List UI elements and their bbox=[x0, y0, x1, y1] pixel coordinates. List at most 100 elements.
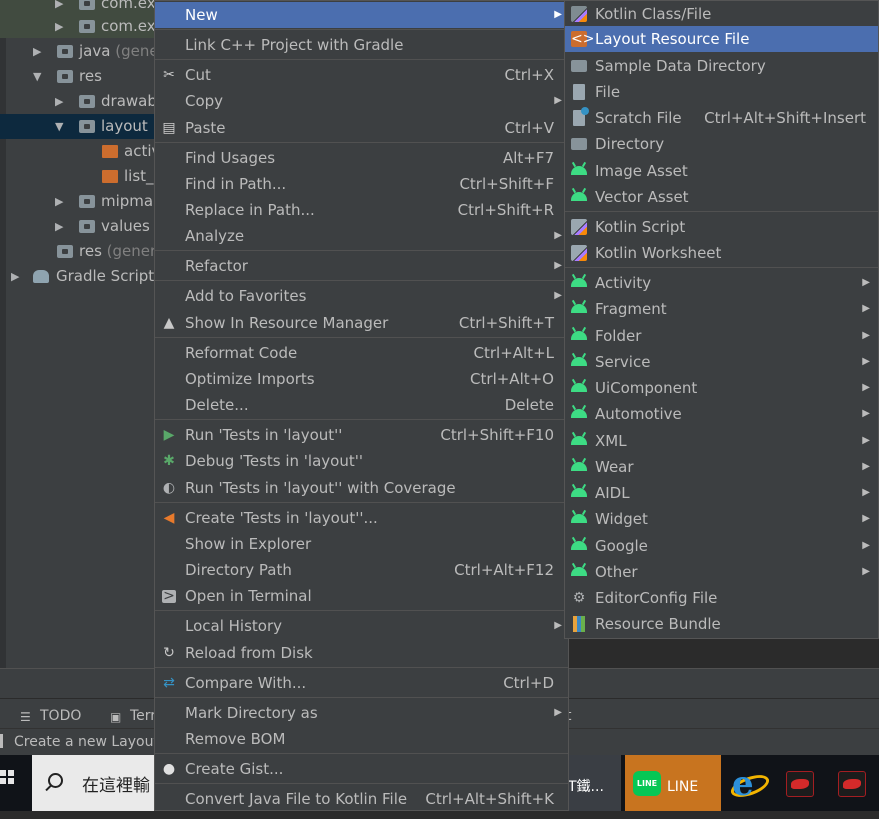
tree-item-gradle-scripts[interactable]: ▶ Gradle Scripts bbox=[0, 264, 160, 289]
taskbar-app-it[interactable]: T鐵... bbox=[566, 755, 621, 811]
menu-item-refactor[interactable]: Refactor ▶ bbox=[155, 253, 568, 279]
submenu-item-fragment[interactable]: Fragment ▶ bbox=[565, 296, 878, 322]
menu-item-label: Sample Data Directory bbox=[595, 57, 766, 75]
submenu-item-wear[interactable]: Wear ▶ bbox=[565, 454, 878, 480]
submenu-item-kotlin-class-file[interactable]: Kotlin Class/File bbox=[565, 1, 878, 27]
menu-item-convert-java-to-kotlin[interactable]: Convert Java File to Kotlin File Ctrl+Al… bbox=[155, 786, 568, 810]
todo-tab[interactable]: ☰ TODO bbox=[20, 699, 81, 729]
menu-item-open-in-terminal[interactable]: > Open in Terminal bbox=[155, 583, 568, 609]
menu-item-shortcut: Ctrl+Shift+F bbox=[459, 175, 554, 193]
tree-item-layout-file-2[interactable]: list_c bbox=[0, 164, 160, 189]
menu-item-directory-path[interactable]: Directory Path Ctrl+Alt+F12 bbox=[155, 557, 568, 583]
expand-arrow-icon[interactable]: ▶ bbox=[55, 214, 63, 239]
menu-item-create-gist[interactable]: ● Create Gist... bbox=[155, 756, 568, 782]
expand-arrow-icon[interactable]: ▶ bbox=[33, 39, 41, 64]
submenu-arrow-icon: ▶ bbox=[862, 566, 870, 577]
tree-item-mipmap[interactable]: ▶ mipmap bbox=[0, 189, 160, 214]
submenu-item-kotlin-script[interactable]: Kotlin Script bbox=[565, 214, 878, 240]
expand-arrow-icon[interactable]: ▶ bbox=[11, 264, 19, 289]
submenu-item-xml[interactable]: XML ▶ bbox=[565, 428, 878, 454]
submenu-item-resource-bundle[interactable]: Resource Bundle bbox=[565, 611, 878, 637]
taskbar-app-line[interactable]: LINE LINE bbox=[625, 755, 721, 811]
tree-item-values[interactable]: ▶ values bbox=[0, 214, 160, 239]
submenu-item-folder[interactable]: Folder ▶ bbox=[565, 323, 878, 349]
expand-arrow-icon[interactable]: ▶ bbox=[55, 189, 63, 214]
menu-item-label: Directory Path bbox=[185, 561, 292, 579]
expand-arrow-icon[interactable]: ▶ bbox=[55, 14, 63, 39]
menu-item-find-in-path[interactable]: Find in Path... Ctrl+Shift+F bbox=[155, 171, 568, 197]
menu-item-label: Reformat Code bbox=[185, 344, 298, 362]
submenu-item-aidl[interactable]: AIDL ▶ bbox=[565, 480, 878, 506]
submenu-item-kotlin-worksheet[interactable]: Kotlin Worksheet bbox=[565, 240, 878, 266]
msi-dragon-icon[interactable] bbox=[782, 755, 816, 811]
tree-item-layout[interactable]: ▼ layout bbox=[0, 114, 160, 139]
menu-item-reload-from-disk[interactable]: ↻ Reload from Disk bbox=[155, 640, 568, 666]
submenu-item-file[interactable]: File bbox=[565, 79, 878, 105]
menu-item-local-history[interactable]: Local History ▶ bbox=[155, 613, 568, 639]
run-icon: ▶ bbox=[163, 427, 175, 443]
tree-item-layout-file-1[interactable]: activ bbox=[0, 139, 160, 164]
menu-item-paste[interactable]: ▤ Paste Ctrl+V bbox=[155, 115, 568, 141]
menu-item-optimize-imports[interactable]: Optimize Imports Ctrl+Alt+O bbox=[155, 366, 568, 392]
menu-item-delete[interactable]: Delete... Delete bbox=[155, 392, 568, 418]
submenu-item-sample-data-directory[interactable]: Sample Data Directory bbox=[565, 53, 878, 79]
submenu-item-google[interactable]: Google ▶ bbox=[565, 533, 878, 559]
menu-item-link-cpp-project[interactable]: Link C++ Project with Gradle bbox=[155, 32, 568, 58]
submenu-item-automotive[interactable]: Automotive ▶ bbox=[565, 401, 878, 427]
android-icon bbox=[571, 357, 587, 366]
menu-item-find-usages[interactable]: Find Usages Alt+F7 bbox=[155, 145, 568, 171]
menu-item-label: Compare With... bbox=[185, 674, 307, 692]
submenu-arrow-icon: ▶ bbox=[554, 707, 562, 718]
reload-icon: ↻ bbox=[163, 645, 175, 661]
internet-explorer-icon[interactable]: e bbox=[728, 755, 772, 811]
expand-arrow-icon[interactable]: ▶ bbox=[55, 89, 63, 114]
tree-item-drawable[interactable]: ▶ drawab bbox=[0, 89, 160, 114]
menu-item-run-with-coverage[interactable]: ◐ Run 'Tests in 'layout'' with Coverage bbox=[155, 475, 568, 501]
menu-item-analyze[interactable]: Analyze ▶ bbox=[155, 223, 568, 249]
new-submenu: Kotlin Class/File <> Layout Resource Fil… bbox=[564, 0, 879, 639]
menu-item-cut[interactable]: ✂ Cut Ctrl+X bbox=[155, 62, 568, 88]
tree-item-res-generated[interactable]: res (genera bbox=[0, 239, 160, 264]
menu-item-label: Service bbox=[595, 353, 651, 371]
windows-start-icon[interactable] bbox=[0, 770, 14, 784]
collapse-arrow-icon[interactable]: ▼ bbox=[55, 114, 63, 139]
tree-hint: (genera bbox=[106, 242, 160, 260]
submenu-item-vector-asset[interactable]: Vector Asset bbox=[565, 184, 878, 210]
submenu-item-scratch-file[interactable]: Scratch File Ctrl+Alt+Shift+Insert bbox=[565, 105, 878, 131]
menu-item-mark-directory-as[interactable]: Mark Directory as ▶ bbox=[155, 700, 568, 726]
menu-item-add-to-favorites[interactable]: Add to Favorites ▶ bbox=[155, 283, 568, 309]
submenu-item-layout-resource-file[interactable]: <> Layout Resource File bbox=[565, 26, 878, 52]
submenu-item-editorconfig-file[interactable]: ⚙ EditorConfig File bbox=[565, 585, 878, 611]
project-tree: ▶ com.exa ▶ com.exa ▶ java (gener ▼ res … bbox=[0, 0, 160, 688]
menu-item-create-tests[interactable]: ◀ Create 'Tests in 'layout''... bbox=[155, 505, 568, 531]
msi-gaming-icon[interactable] bbox=[834, 755, 868, 811]
menu-item-label: Remove BOM bbox=[185, 730, 286, 748]
taskbar-search-box[interactable]: 在這裡輸 bbox=[32, 755, 162, 811]
menu-item-run-tests[interactable]: ▶ Run 'Tests in 'layout'' Ctrl+Shift+F10 bbox=[155, 422, 568, 448]
menu-item-replace-in-path[interactable]: Replace in Path... Ctrl+Shift+R bbox=[155, 197, 568, 223]
menu-item-label: Reload from Disk bbox=[185, 644, 313, 662]
submenu-item-widget[interactable]: Widget ▶ bbox=[565, 506, 878, 532]
collapse-arrow-icon[interactable]: ▼ bbox=[33, 64, 41, 89]
tree-item-res[interactable]: ▼ res bbox=[0, 64, 160, 89]
submenu-item-activity[interactable]: Activity ▶ bbox=[565, 270, 878, 296]
submenu-arrow-icon: ▶ bbox=[862, 303, 870, 314]
menu-item-new[interactable]: New ▶ bbox=[155, 2, 568, 28]
submenu-item-directory[interactable]: Directory bbox=[565, 131, 878, 157]
submenu-item-uicomponent[interactable]: UiComponent ▶ bbox=[565, 375, 878, 401]
menu-item-show-in-explorer[interactable]: Show in Explorer bbox=[155, 531, 568, 557]
submenu-item-image-asset[interactable]: Image Asset bbox=[565, 158, 878, 184]
submenu-arrow-icon: ▶ bbox=[862, 435, 870, 446]
menu-item-reformat-code[interactable]: Reformat Code Ctrl+Alt+L bbox=[155, 340, 568, 366]
menu-item-debug-tests[interactable]: ✱ Debug 'Tests in 'layout'' bbox=[155, 448, 568, 474]
menu-item-show-in-resource-manager[interactable]: ▲ Show In Resource Manager Ctrl+Shift+T bbox=[155, 310, 568, 336]
menu-item-shortcut: Ctrl+Alt+Shift+K bbox=[425, 790, 554, 808]
menu-item-compare-with[interactable]: ⇄ Compare With... Ctrl+D bbox=[155, 670, 568, 696]
submenu-item-service[interactable]: Service ▶ bbox=[565, 349, 878, 375]
submenu-item-other[interactable]: Other ▶ bbox=[565, 559, 878, 585]
tree-item-package-2[interactable]: ▶ com.exa bbox=[0, 14, 160, 39]
menu-item-copy[interactable]: Copy ▶ bbox=[155, 88, 568, 114]
tree-item-java-generated[interactable]: ▶ java (gener bbox=[0, 39, 160, 64]
terminal-tab[interactable]: ▣ Terr bbox=[110, 699, 156, 729]
menu-item-remove-bom[interactable]: Remove BOM bbox=[155, 726, 568, 752]
